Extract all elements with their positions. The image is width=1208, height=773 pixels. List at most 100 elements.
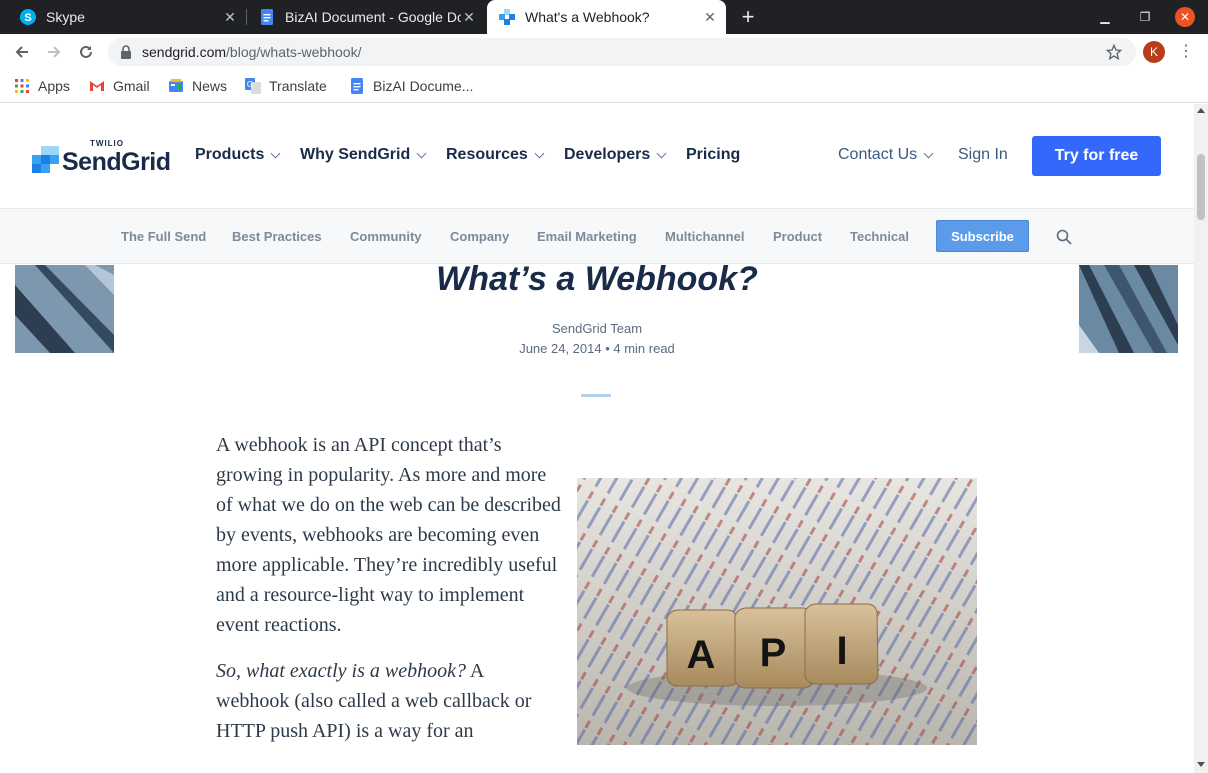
nav-label: Why SendGrid <box>300 146 411 163</box>
tab-whats-a-webhook[interactable]: What's a Webhook? ✕ <box>487 0 726 34</box>
scrollbar-thumb[interactable] <box>1197 154 1205 220</box>
emphasized-question: So, what exactly is a webhook? <box>216 660 466 682</box>
nav-label: Contact Us <box>838 146 918 163</box>
browser-tab-bar: S Skype ✕ BizAI Document - Google Docs ✕… <box>0 0 1208 34</box>
skype-icon: S <box>20 9 36 25</box>
nav-why-sendgrid[interactable]: Why SendGrid <box>300 146 427 164</box>
nav-label: Products <box>195 146 265 163</box>
site-header: TWILIO SendGrid Products Why SendGrid Re… <box>0 104 1194 208</box>
chevron-down-icon <box>270 148 281 158</box>
bookmark-label: Translate <box>269 78 327 94</box>
back-button[interactable] <box>8 38 36 66</box>
translate-icon: G <box>245 78 261 94</box>
nav-products[interactable]: Products <box>195 146 281 164</box>
profile-avatar[interactable]: K <box>1143 41 1165 63</box>
close-tab-icon[interactable]: ✕ <box>222 9 238 26</box>
nav-label: Pricing <box>686 146 741 163</box>
chevron-down-icon <box>416 148 427 158</box>
google-docs-icon <box>261 9 273 25</box>
bookmark-label: BizAI Docume... <box>373 78 474 94</box>
subscribe-button[interactable]: Subscribe <box>936 220 1029 252</box>
nav-developers[interactable]: Developers <box>564 146 667 164</box>
nav-label: Resources <box>446 146 528 163</box>
url-domain: sendgrid.com <box>142 44 227 60</box>
chevron-down-icon <box>534 148 545 158</box>
menu-kebab-icon[interactable]: ⋮ <box>1178 42 1194 62</box>
lock-icon <box>121 45 131 59</box>
apps-grid-icon <box>15 79 29 93</box>
article-paragraph: A webhook is an API concept that’s growi… <box>216 434 561 636</box>
bookmark-apps[interactable]: Apps <box>14 76 70 96</box>
search-icon[interactable] <box>1056 229 1072 245</box>
tab-skype[interactable]: S Skype ✕ <box>0 0 246 34</box>
page-scrollbar[interactable] <box>1194 104 1208 773</box>
minimize-icon[interactable]: ▁ <box>1085 0 1125 34</box>
close-tab-icon[interactable]: ✕ <box>702 9 718 26</box>
svg-text:G: G <box>247 80 253 89</box>
close-tab-icon[interactable]: ✕ <box>461 9 477 26</box>
category-community[interactable]: Community <box>350 229 422 244</box>
forward-arrow-icon <box>48 46 61 58</box>
reload-button[interactable] <box>72 38 100 66</box>
gmail-icon <box>90 81 104 91</box>
nav-pricing[interactable]: Pricing <box>686 146 740 164</box>
tab-bizai-document[interactable]: BizAI Document - Google Docs ✕ <box>247 0 485 34</box>
sendgrid-logo-mark-icon <box>32 146 59 173</box>
sendgrid-icon <box>499 9 515 25</box>
api-blocks-image: A P I <box>577 478 977 745</box>
news-icon <box>169 79 183 92</box>
address-toolbar: sendgrid.com /blog/whats-webhook/ K ⋮ <box>0 34 1208 70</box>
svg-text:S: S <box>24 12 31 24</box>
category-company[interactable]: Company <box>450 229 509 244</box>
nav-label: Developers <box>564 146 651 163</box>
bookmark-star-icon[interactable] <box>1106 44 1122 60</box>
tab-title: What's a Webhook? <box>525 9 650 25</box>
reload-icon <box>80 45 92 58</box>
url-path: /blog/whats-webhook/ <box>226 44 362 60</box>
category-multichannel[interactable]: Multichannel <box>665 229 744 244</box>
article-meta: June 24, 2014 • 4 min read <box>519 341 675 356</box>
sendgrid-logo[interactable]: TWILIO SendGrid <box>32 139 178 176</box>
bookmark-translate[interactable]: G Translate <box>245 76 327 96</box>
tab-title: Skype <box>46 9 85 25</box>
nav-resources[interactable]: Resources <box>446 146 545 164</box>
api-letter: I <box>836 629 847 673</box>
bookmark-label: News <box>192 78 228 94</box>
api-letter: P <box>760 631 787 675</box>
api-letter: A <box>687 633 716 677</box>
close-window-icon: ✕ <box>1175 7 1195 27</box>
forward-button[interactable] <box>40 38 68 66</box>
chevron-down-icon <box>923 148 934 158</box>
bookmark-news[interactable]: News <box>168 76 227 96</box>
title-divider <box>581 394 611 397</box>
close-window-button[interactable]: ✕ <box>1165 0 1205 34</box>
article-author[interactable]: SendGrid Team <box>0 321 1194 336</box>
article-title: What’s a Webhook? <box>436 260 758 298</box>
article-paragraph: So, what exactly is a webhook? A webhook… <box>216 656 561 746</box>
article-body: A webhook is an API concept that’s growi… <box>216 430 561 762</box>
bookmark-label: Apps <box>38 78 70 94</box>
logo-sendgrid-text: SendGrid <box>62 148 171 176</box>
bookmark-bizai-document[interactable]: BizAI Docume... <box>349 76 473 96</box>
category-the-full-send[interactable]: The Full Send <box>121 229 206 244</box>
google-docs-icon <box>351 78 363 94</box>
category-technical[interactable]: Technical <box>850 229 909 244</box>
scroll-down-icon[interactable] <box>1197 762 1205 767</box>
try-for-free-button[interactable]: Try for free <box>1032 136 1161 176</box>
restore-icon[interactable]: ❐ <box>1125 0 1165 34</box>
bookmarks-bar: Apps Gmail News G Translate BizAI Docume… <box>0 70 1208 103</box>
tab-title: BizAI Document - Google Docs <box>285 9 461 25</box>
bookmark-gmail[interactable]: Gmail <box>89 76 150 96</box>
logo-twilio-text: TWILIO <box>90 139 124 148</box>
bookmark-label: Gmail <box>113 78 150 94</box>
nav-contact-us[interactable]: Contact Us <box>838 146 934 164</box>
scroll-up-icon[interactable] <box>1197 108 1205 113</box>
new-tab-button[interactable]: + <box>734 0 762 34</box>
category-product[interactable]: Product <box>773 229 822 244</box>
back-arrow-icon <box>15 46 28 58</box>
url-bar[interactable]: sendgrid.com /blog/whats-webhook/ <box>108 38 1136 66</box>
sign-in-link[interactable]: Sign In <box>958 146 1008 164</box>
category-email-marketing[interactable]: Email Marketing <box>537 229 637 244</box>
blog-category-nav: The Full Send Best Practices Community C… <box>0 208 1194 264</box>
category-best-practices[interactable]: Best Practices <box>232 229 322 244</box>
